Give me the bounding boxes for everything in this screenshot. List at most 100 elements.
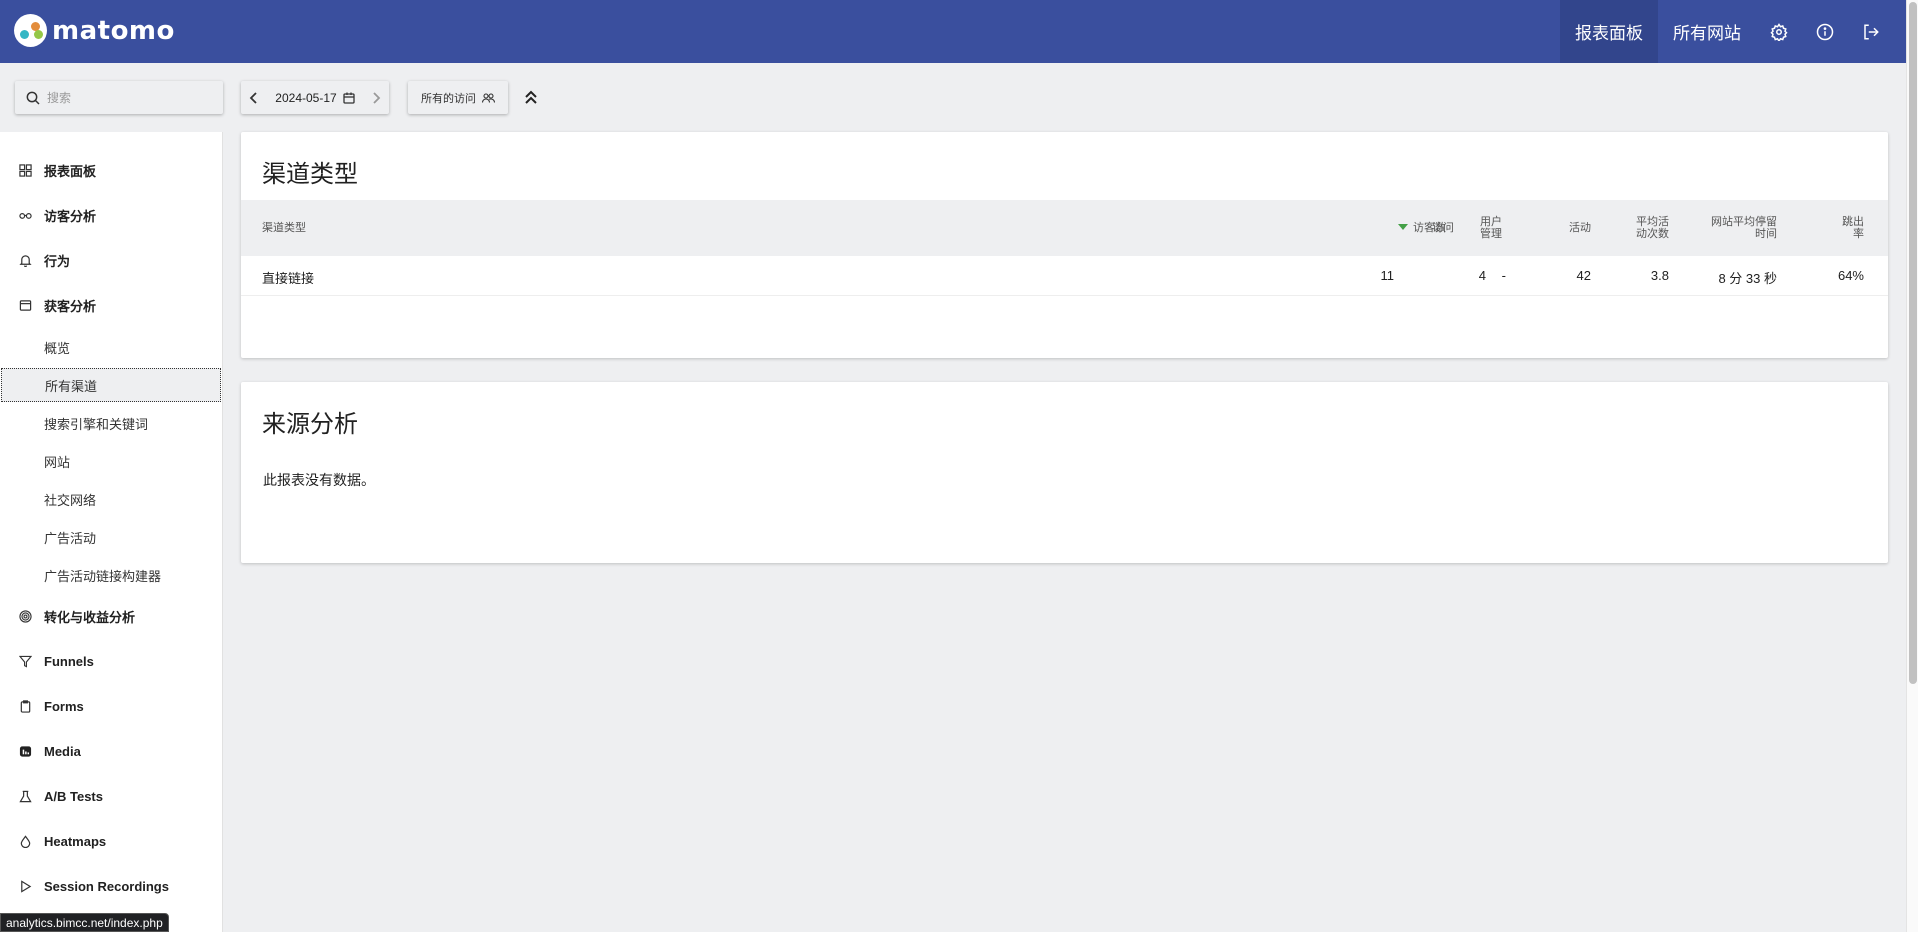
sidebar-category-session-recordings[interactable]: Session Recordings [0, 866, 222, 906]
sidebar-category-visitors[interactable]: 访客分析 [0, 195, 222, 235]
cell-label[interactable]: 直接链接 [262, 268, 314, 287]
logout-button[interactable] [1848, 0, 1894, 63]
column-header-visitors[interactable]: 访客数 [1386, 222, 1446, 234]
top-bar: matomo 报表面板 所有网站 [0, 0, 1906, 63]
status-bar-url: analytics.bimcc.net/index.php [0, 913, 169, 932]
sidebar-item-overview[interactable]: 概览 [0, 330, 222, 364]
sidebar-category-label: 报表面板 [44, 163, 97, 179]
sidebar-category-heatmaps[interactable]: Heatmaps [0, 821, 222, 861]
chevron-right-icon[interactable] [371, 91, 381, 104]
sidebar-category-forms[interactable]: Forms [0, 686, 222, 726]
cell-avg-time: 8 分 33 秒 [1718, 271, 1777, 286]
segment-label: 所有的访问 [421, 92, 476, 105]
nav-all-websites[interactable]: 所有网站 [1658, 0, 1756, 63]
column-header-label[interactable]: 渠道类型 [262, 222, 306, 234]
report-title: 来源分析 [262, 411, 358, 438]
column-header-visitors-label: 访客数 [1413, 222, 1446, 234]
cell-visits: 11 [1380, 268, 1395, 283]
column-header-avg-time-line2: 时间 [1755, 228, 1777, 240]
column-header-bounce[interactable]: 跳出率 [1781, 216, 1864, 240]
column-header-avg-time-line1: 网站平均停留 [1711, 216, 1777, 228]
period-selector[interactable]: 2024-05-17 [241, 81, 389, 114]
drop-icon [20, 834, 30, 848]
column-header-avg-actions-line2: 动次数 [1636, 228, 1669, 240]
sidebar-category-label: Forms [44, 698, 84, 714]
page-scrollbar[interactable] [1906, 0, 1918, 932]
column-header-users[interactable]: 用户 管理 [1458, 216, 1502, 240]
referrers-report: 来源分析 此报表没有数据。 [241, 382, 1888, 563]
sidebar-category-behaviour[interactable]: 行为 [0, 240, 222, 280]
sidebar-category-media[interactable]: Media [0, 731, 222, 771]
sidebar-category-label: Heatmaps [44, 833, 107, 849]
media-icon [19, 745, 31, 757]
column-header-bounce-line1: 跳出 [1842, 216, 1864, 228]
sidebar-category-label: 访客分析 [44, 208, 97, 224]
sidebar-category-label: Funnels [44, 653, 94, 669]
channel-type-report: 渠道类型 渠道类型 访问 访客数 用户 管理 活动 平均活 动次数 网站平均停留 时间… [241, 132, 1888, 358]
sidebar-category-label: Session Recordings [44, 878, 169, 894]
grid-icon [18, 163, 32, 177]
cell-actions: 42 [1576, 268, 1591, 283]
play-icon [20, 879, 31, 893]
cell-avg-actions: 3.8 [1650, 268, 1669, 283]
sidebar-category-label: 行为 [44, 253, 71, 269]
column-header-avg-actions-line1: 平均活 [1636, 216, 1669, 228]
sidebar-category-label: 获客分析 [44, 298, 97, 314]
sidebar-category-goals[interactable]: 转化与收益分析 [0, 596, 222, 636]
sidebar-category-label: 转化与收益分析 [44, 609, 136, 625]
sidebar-category-label: Media [44, 743, 81, 759]
flask-icon [18, 790, 32, 802]
sort-desc-icon [1398, 224, 1408, 230]
nav-dashboard[interactable]: 报表面板 [1560, 0, 1658, 63]
column-header-bounce-line2: 率 [1853, 228, 1864, 240]
matomo-logo[interactable]: matomo [14, 14, 175, 47]
funnel-icon [18, 655, 32, 668]
chevron-left-icon[interactable] [249, 91, 259, 104]
logout-icon [1864, 24, 1879, 39]
calendar-icon [343, 92, 355, 104]
window-icon [19, 299, 31, 311]
sidebar-item-campaign-url-builder[interactable]: 广告活动链接构建器 [0, 558, 222, 592]
clipboard-icon [20, 699, 30, 713]
sidebar-category-dashboard[interactable]: 报表面板 [0, 150, 222, 190]
admin-button[interactable] [1756, 0, 1802, 63]
sidebar-category-funnels[interactable]: Funnels [0, 641, 222, 681]
scrollbar-thumb[interactable] [1909, 2, 1917, 684]
segment-selector[interactable]: 所有的访问 [408, 81, 508, 114]
menu-search[interactable] [15, 81, 223, 114]
glasses-icon [18, 212, 32, 219]
sidebar-item-all-channels[interactable]: 所有渠道 [1, 368, 221, 402]
gear-icon [1770, 22, 1788, 41]
cell-users: - [1501, 268, 1506, 283]
sidebar-item-search-engines[interactable]: 搜索引擎和关键词 [0, 406, 222, 440]
cell-bounce-rate: 64% [1837, 268, 1864, 283]
report-title: 渠道类型 [262, 161, 358, 188]
column-header-users-line1: 用户 [1480, 216, 1502, 228]
column-header-avg-actions[interactable]: 平均活 动次数 [1601, 216, 1669, 240]
top-nav: 报表面板 所有网站 [1560, 0, 1894, 63]
sidebar-item-campaigns[interactable]: 广告活动 [0, 520, 222, 554]
sidebar-category-acquisition[interactable]: 获客分析 [0, 285, 222, 325]
sidebar-item-websites[interactable]: 网站 [0, 444, 222, 478]
help-button[interactable] [1802, 0, 1848, 63]
collapse-toolbar-button[interactable] [522, 86, 540, 108]
search-input[interactable] [47, 90, 207, 105]
sidebar-item-social[interactable]: 社交网络 [0, 482, 222, 516]
selected-date[interactable]: 2024-05-17 [275, 91, 336, 105]
logo-text: matomo [52, 15, 175, 46]
sidebar-category-label: A/B Tests [44, 788, 103, 804]
matomo-logo-icon [14, 14, 47, 47]
sidebar-category-ab-tests[interactable]: A/B Tests [0, 776, 222, 816]
target-icon [18, 609, 32, 623]
double-chevron-up-icon [525, 90, 537, 104]
table-header: 渠道类型 访问 访客数 用户 管理 活动 平均活 动次数 网站平均停留 时间 跳出率 [241, 200, 1888, 256]
search-icon [26, 91, 40, 105]
no-data-message: 此报表没有数据。 [263, 472, 375, 488]
info-icon [1816, 23, 1834, 40]
segment-users-icon [482, 92, 495, 103]
column-header-actions[interactable]: 活动 [1541, 222, 1591, 234]
column-header-avg-time[interactable]: 网站平均停留 时间 [1681, 216, 1777, 240]
bell-icon [18, 254, 32, 267]
sidebar: 报表面板 访客分析 行为 获客分析 概览 所有渠道 搜索引擎和关键词 网站 社交… [0, 132, 223, 932]
table-row[interactable]: 直接链接 11 4 - 42 3.8 8 分 33 秒 64% [241, 256, 1888, 296]
